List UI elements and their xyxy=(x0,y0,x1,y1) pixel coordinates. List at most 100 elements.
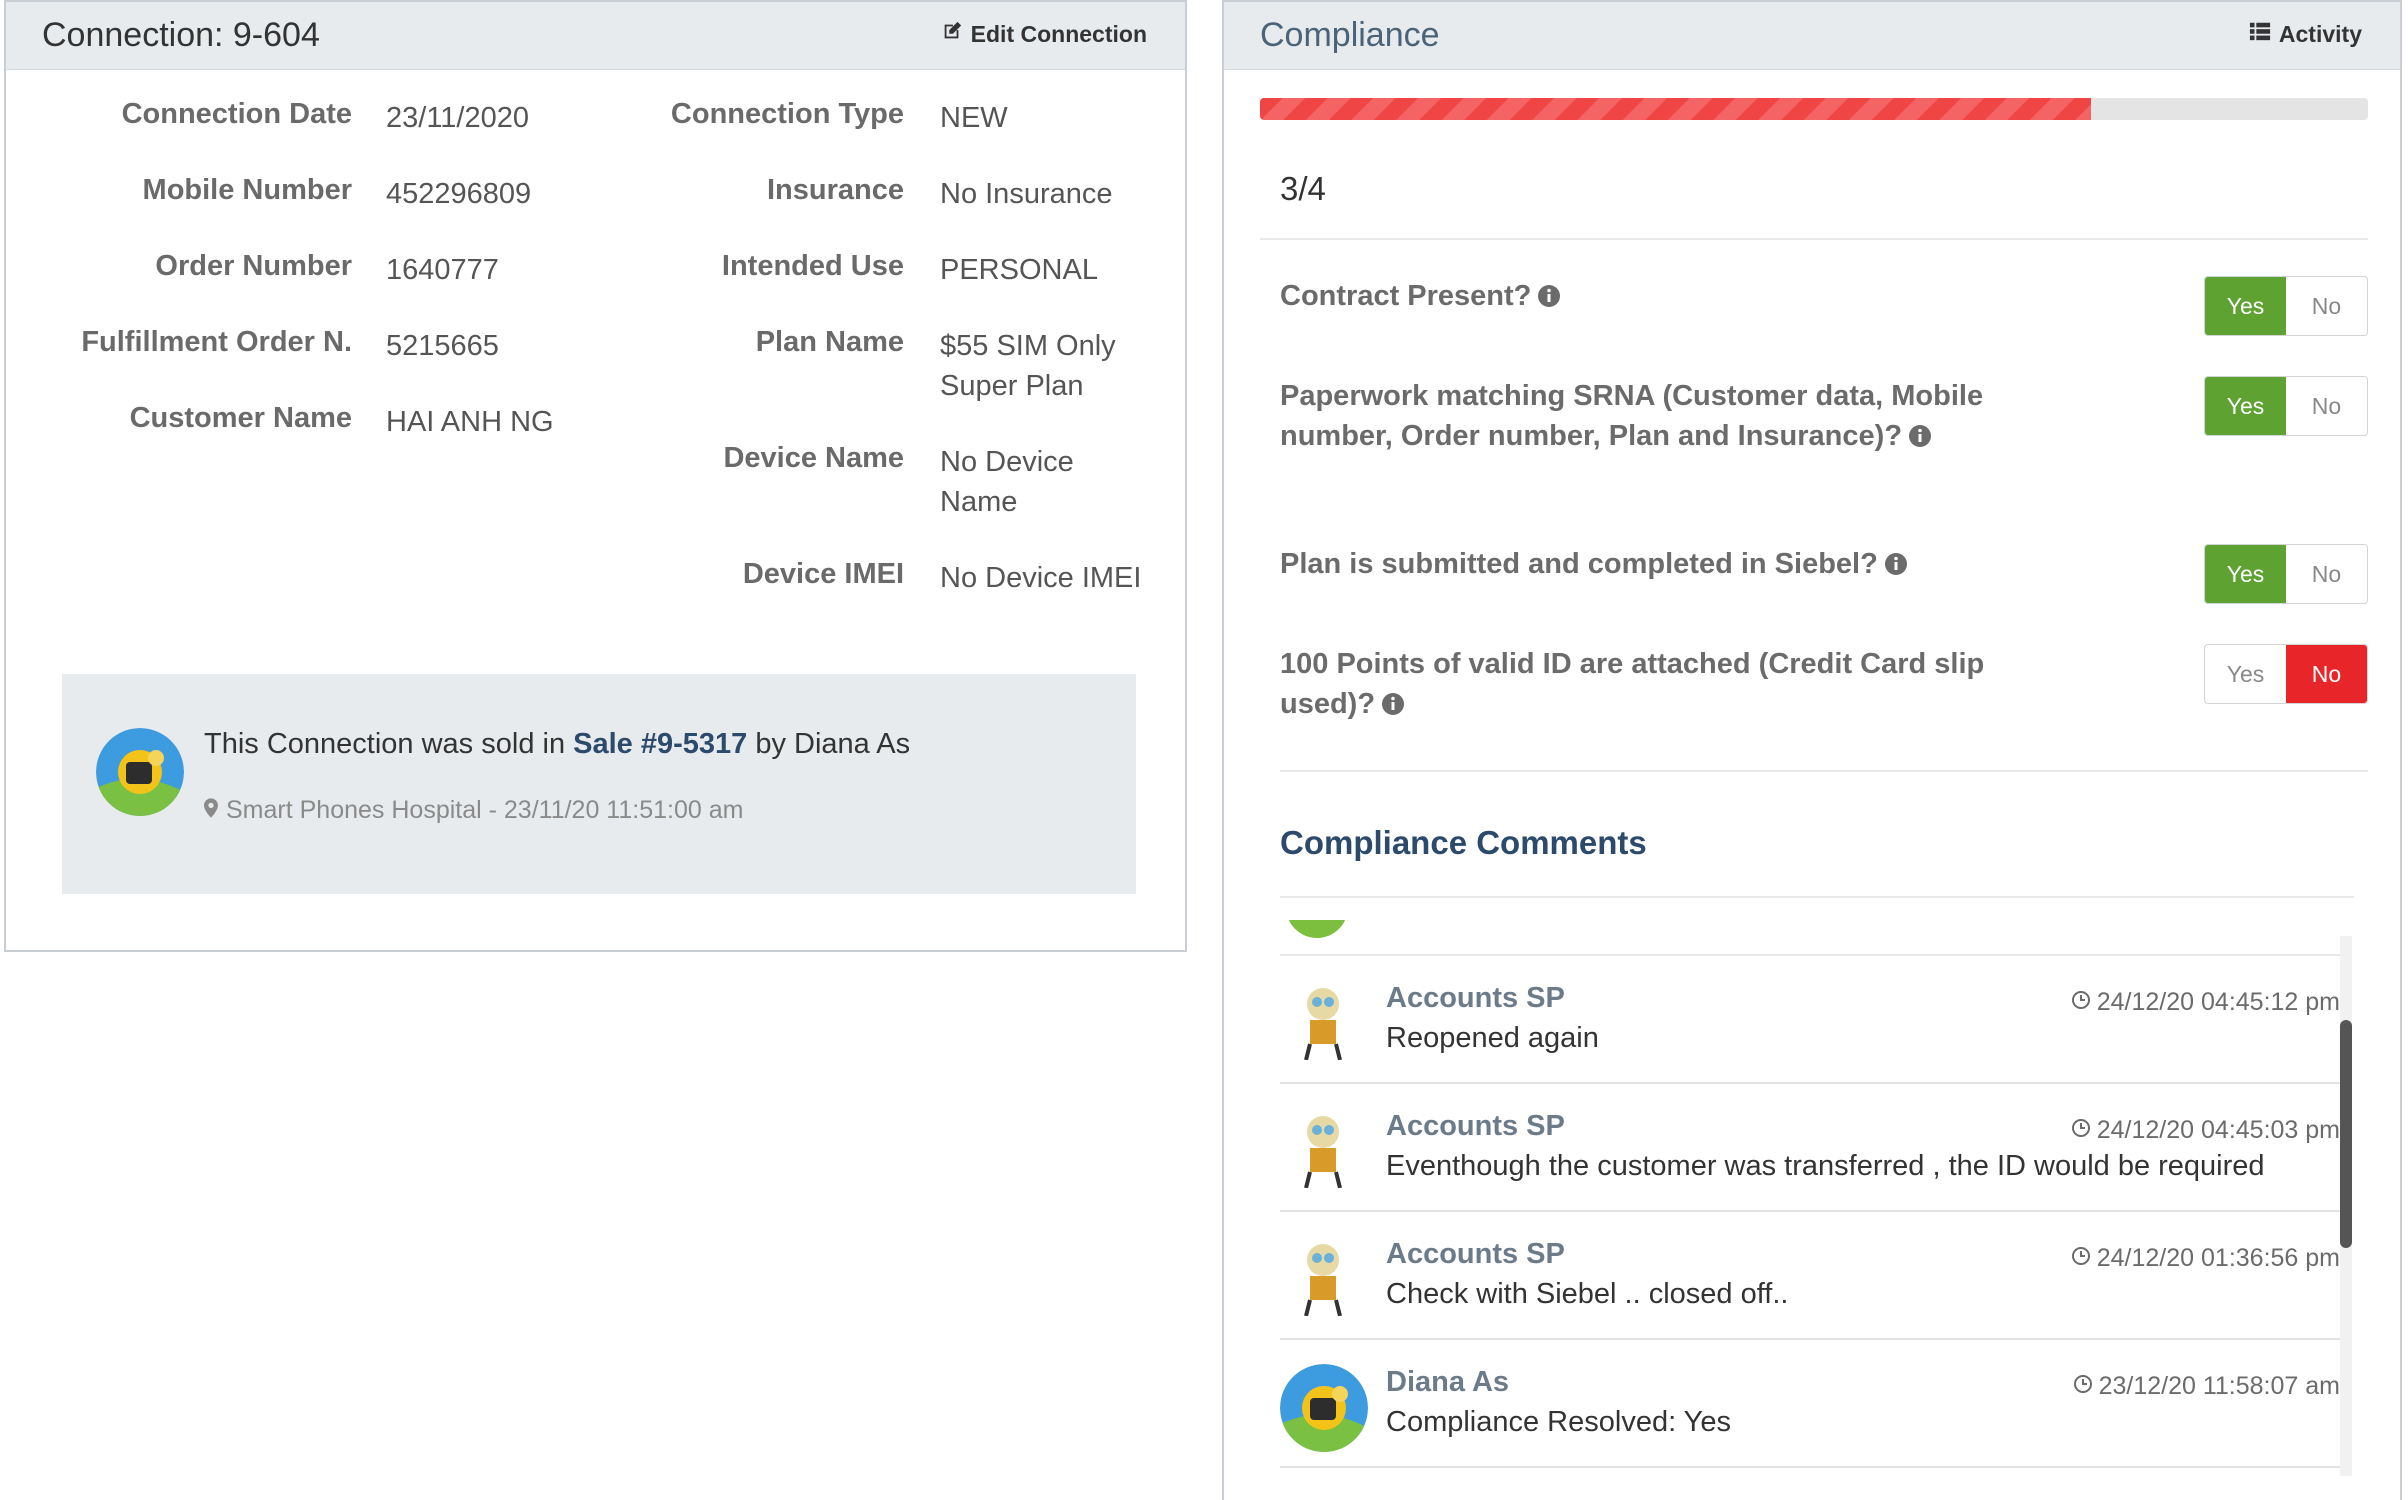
activity-label: Activity xyxy=(2278,20,2362,47)
comment-time: 24/12/20 01:36:56 pm xyxy=(2071,1244,2340,1273)
accounts-avatar xyxy=(1290,1240,1356,1316)
compliance-comments-title: Compliance Comments xyxy=(1280,824,1647,861)
connection-type-label: Connection Type xyxy=(670,98,904,130)
sale-link[interactable]: Sale #9-5317 xyxy=(573,728,747,760)
comment-author: Accounts SP xyxy=(1386,1110,1565,1142)
comment-time-text: 24/12/20 04:45:03 pm xyxy=(2096,1116,2340,1144)
compliance-progress-bar xyxy=(1260,98,2368,120)
partial-avatar xyxy=(1286,920,1348,940)
device-imei-value: No Device IMEI xyxy=(940,562,1142,594)
comments-scrollbar[interactable] xyxy=(2340,936,2352,1476)
compliance-panel: Compliance Activity 3/4 Contract Present… xyxy=(1222,0,2402,1500)
divider xyxy=(1280,770,2368,772)
comment-text: Eventhough the customer was transferred … xyxy=(1386,1150,2265,1182)
question-contract-present: Contract Present? xyxy=(1280,276,2000,316)
connection-panel: Connection: 9-604 Edit Connection Connec… xyxy=(4,0,1187,952)
sale-prefix: This Connection was sold in xyxy=(204,728,574,760)
info-icon[interactable] xyxy=(1537,279,1561,307)
comment-time: 24/12/20 04:45:03 pm xyxy=(2071,1116,2340,1145)
activity-button[interactable]: Activity xyxy=(2249,20,2362,48)
comment-time-text: 24/12/20 01:36:56 pm xyxy=(2096,1244,2340,1272)
yes-button[interactable]: Yes xyxy=(2205,645,2286,703)
diana-avatar xyxy=(1280,1364,1368,1452)
question-text: Contract Present? xyxy=(1280,280,1532,312)
comment-text: Compliance Resolved: Yes xyxy=(1386,1406,1731,1438)
sale-info-box: This Connection was sold in Sale #9-5317… xyxy=(62,674,1136,894)
comment-text: Reopened again xyxy=(1386,1022,1599,1054)
edit-connection-button[interactable]: Edit Connection xyxy=(941,20,1147,48)
map-marker-icon xyxy=(204,796,218,825)
comment-item: Diana As 23/12/20 11:58:07 am Compliance… xyxy=(1280,1340,2340,1468)
no-button[interactable]: No xyxy=(2286,645,2367,703)
sale-summary: This Connection was sold in Sale #9-5317… xyxy=(204,728,910,761)
toggle-plan-submitted: Yes No xyxy=(2204,544,2368,604)
toggle-valid-id: Yes No xyxy=(2204,644,2368,704)
toggle-paperwork-matching: Yes No xyxy=(2204,376,2368,436)
intended-use-value: PERSONAL xyxy=(940,254,1098,286)
question-plan-submitted: Plan is submitted and completed in Siebe… xyxy=(1280,544,2000,584)
info-icon[interactable] xyxy=(1381,687,1405,715)
question-text: Paperwork matching SRNA (Customer data, … xyxy=(1280,380,1984,452)
list-icon xyxy=(2249,20,2271,48)
divider xyxy=(1280,896,2354,898)
comment-time-text: 23/12/20 11:58:07 am xyxy=(2098,1372,2340,1400)
no-button[interactable]: No xyxy=(2286,545,2367,603)
customer-name-value: HAI ANH NG xyxy=(386,406,554,438)
compliance-progress-fill xyxy=(1260,98,2091,120)
comment-item: Accounts SP 24/12/20 01:36:56 pm Check w… xyxy=(1280,1212,2340,1340)
clock-icon xyxy=(2071,988,2091,1017)
device-imei-label: Device IMEI xyxy=(742,558,904,590)
no-button[interactable]: No xyxy=(2286,277,2367,335)
yes-button[interactable]: Yes xyxy=(2205,377,2286,435)
connection-title: Connection: 9-604 xyxy=(42,16,320,54)
insurance-label: Insurance xyxy=(767,174,904,206)
comments-scrollbar-thumb[interactable] xyxy=(2340,1020,2352,1248)
sale-location: Smart Phones Hospital - 23/11/20 11:51:0… xyxy=(204,796,743,825)
connection-type-value: NEW xyxy=(940,102,1008,134)
clock-icon xyxy=(2073,1372,2093,1401)
mobile-number-value: 452296809 xyxy=(386,178,532,210)
edit-connection-label: Edit Connection xyxy=(970,20,1147,47)
yes-button[interactable]: Yes xyxy=(2205,545,2286,603)
connection-date-value: 23/11/2020 xyxy=(386,102,529,134)
insurance-value: No Insurance xyxy=(940,178,1113,210)
info-icon[interactable] xyxy=(1884,547,1908,575)
comment-author: Accounts SP xyxy=(1386,1238,1565,1270)
connection-header: Connection: 9-604 Edit Connection xyxy=(6,2,1185,70)
comment-time-text: 24/12/20 04:45:12 pm xyxy=(2096,988,2340,1016)
fulfillment-order-label: Fulfillment Order N. xyxy=(81,326,352,358)
sale-location-text: Smart Phones Hospital - 23/11/20 11:51:0… xyxy=(226,796,744,824)
accounts-avatar xyxy=(1290,984,1356,1060)
question-text: Plan is submitted and completed in Siebe… xyxy=(1280,548,1878,580)
comment-item: Accounts SP 24/12/20 04:45:12 pm Reopene… xyxy=(1280,956,2340,1084)
device-name-label: Device Name xyxy=(723,442,904,474)
mobile-number-label: Mobile Number xyxy=(142,174,352,206)
question-paperwork-matching: Paperwork matching SRNA (Customer data, … xyxy=(1280,376,2000,456)
comment-text: Check with Siebel .. closed off.. xyxy=(1386,1278,1789,1310)
comment-author: Diana As xyxy=(1386,1366,1510,1398)
fulfillment-order-value: 5215665 xyxy=(386,330,499,362)
divider xyxy=(1260,238,2368,240)
plan-name-value: $55 SIM Only Super Plan xyxy=(940,330,1116,402)
comment-time: 23/12/20 11:58:07 am xyxy=(2073,1372,2340,1401)
no-button[interactable]: No xyxy=(2286,377,2367,435)
customer-name-label: Customer Name xyxy=(129,402,352,434)
toggle-contract-present: Yes No xyxy=(2204,276,2368,336)
compliance-score: 3/4 xyxy=(1280,170,1326,207)
order-number-value: 1640777 xyxy=(386,254,499,286)
info-icon[interactable] xyxy=(1908,419,1932,447)
accounts-avatar xyxy=(1290,1112,1356,1188)
connection-date-label: Connection Date xyxy=(121,98,352,130)
device-name-value: No Device Name xyxy=(940,446,1074,518)
seller-avatar xyxy=(96,728,184,816)
comment-item: Accounts SP 24/12/20 04:45:03 pm Eventho… xyxy=(1280,1084,2340,1212)
edit-icon xyxy=(941,20,963,48)
order-number-label: Order Number xyxy=(155,250,352,282)
intended-use-label: Intended Use xyxy=(721,250,904,282)
comment-author: Accounts SP xyxy=(1386,982,1565,1014)
yes-button[interactable]: Yes xyxy=(2205,277,2286,335)
clock-icon xyxy=(2071,1244,2091,1273)
sale-suffix: by Diana As xyxy=(747,728,911,760)
comment-time: 24/12/20 04:45:12 pm xyxy=(2071,988,2340,1017)
question-valid-id: 100 Points of valid ID are attached (Cre… xyxy=(1280,644,2000,724)
